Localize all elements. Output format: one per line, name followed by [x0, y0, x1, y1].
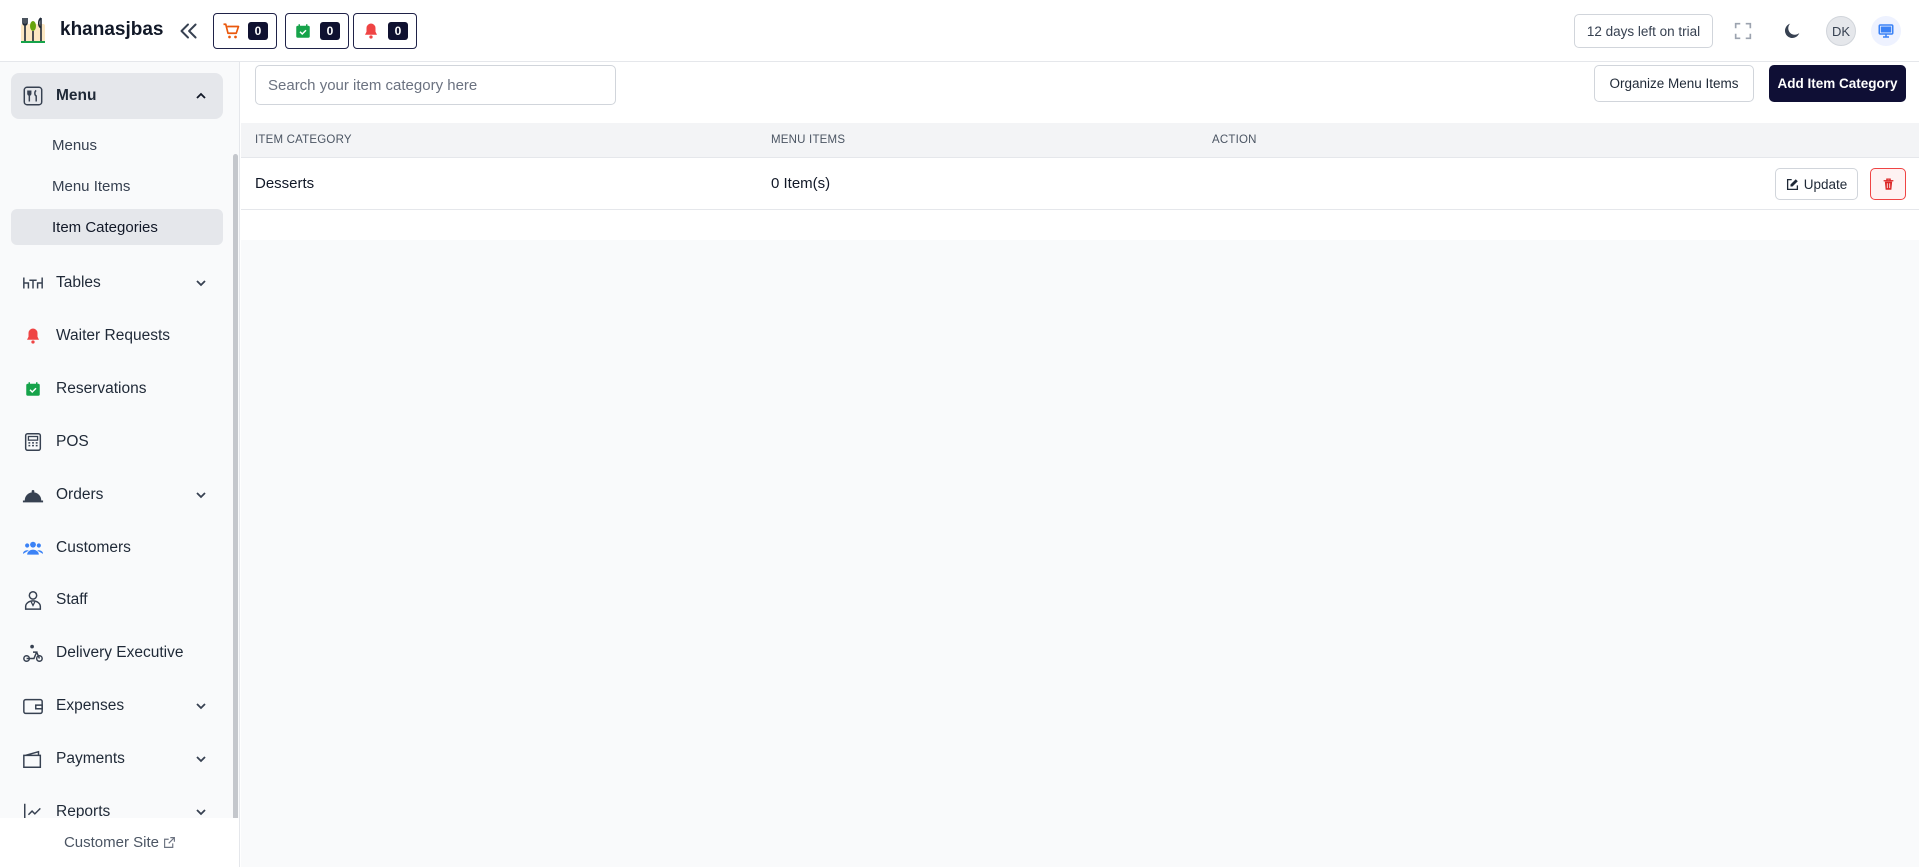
sidebar-item-payments[interactable]: Payments — [11, 736, 223, 782]
waiter-requests-count-badge: 0 — [388, 22, 408, 40]
sidebar-subitem-item-categories[interactable]: Item Categories — [11, 209, 223, 245]
sidebar-scrollbar[interactable] — [233, 154, 238, 836]
sidebar: Menu Menus Menu Items Item Categories Ta… — [0, 62, 240, 867]
add-item-category-button[interactable]: Add Item Category — [1769, 65, 1906, 102]
sidebar-item-staff[interactable]: Staff — [11, 577, 223, 623]
sidebar-item-label: Payments — [56, 750, 125, 767]
sidebar-item-tables[interactable]: Tables — [11, 260, 223, 306]
update-button-label: Update — [1803, 176, 1848, 192]
customer-site-label: Customer Site — [63, 834, 160, 851]
chevron-down-icon — [196, 756, 206, 763]
sidebar-item-orders[interactable]: Orders — [11, 472, 223, 518]
sidebar-item-expenses[interactable]: Expenses — [11, 683, 223, 729]
sidebar-item-menu[interactable]: Menu — [11, 73, 223, 119]
sidebar-item-label: Waiter Requests — [56, 327, 170, 344]
dark-mode-moon-icon[interactable] — [1781, 20, 1803, 42]
top-bar: khanasjbas 0 0 0 12 days left on trial D… — [0, 0, 1919, 62]
table-icon — [21, 271, 45, 295]
calendar-check-icon — [21, 377, 45, 401]
chevron-down-icon — [196, 492, 206, 499]
reservations-count-badge: 0 — [320, 22, 340, 40]
sidebar-item-pos[interactable]: POS — [11, 419, 223, 465]
external-link-icon — [164, 837, 175, 848]
orders-count-badge: 0 — [248, 22, 268, 40]
sidebar-subitem-menus[interactable]: Menus — [11, 127, 223, 163]
main-content: Organize Menu Items Add Item Category IT… — [241, 62, 1919, 867]
category-name-cell: Desserts — [255, 175, 315, 192]
sidebar-item-label: Delivery Executive — [56, 644, 184, 661]
reservations-counter-button[interactable]: 0 — [285, 13, 349, 49]
pos-icon — [21, 430, 45, 454]
collapse-sidebar-icon[interactable] — [175, 18, 201, 44]
sidebar-item-label: Tables — [56, 274, 101, 291]
chevron-down-icon — [196, 280, 206, 287]
sidebar-item-waiter-requests[interactable]: Waiter Requests — [11, 313, 223, 359]
toolbar: Organize Menu Items Add Item Category — [241, 62, 1919, 123]
waiter-requests-counter-button[interactable]: 0 — [353, 13, 417, 49]
sidebar-item-customers[interactable]: Customers — [11, 525, 223, 571]
sidebar-item-label: Menu — [56, 87, 97, 104]
organize-menu-items-button[interactable]: Organize Menu Items — [1594, 65, 1754, 102]
trash-icon — [1883, 178, 1893, 190]
edit-icon — [1786, 178, 1798, 190]
user-avatar[interactable]: DK — [1826, 16, 1856, 46]
menu-items-count-cell: 0 Item(s) — [771, 175, 831, 192]
staff-icon — [21, 588, 45, 612]
brand-name: khanasjbas — [60, 19, 164, 40]
chevron-down-icon — [196, 703, 206, 710]
sidebar-item-label: Orders — [56, 486, 104, 503]
sidebar-item-label: POS — [56, 433, 89, 450]
column-header-menu-items: MENU ITEMS — [771, 134, 846, 146]
fullscreen-icon[interactable] — [1732, 20, 1754, 42]
bell-icon — [365, 23, 377, 39]
chevron-up-icon — [196, 92, 206, 99]
delete-button[interactable] — [1870, 168, 1906, 200]
scooter-icon — [21, 641, 45, 665]
sidebar-item-reservations[interactable]: Reservations — [11, 366, 223, 412]
monitor-icon — [1878, 24, 1894, 38]
column-header-action: ACTION — [1212, 134, 1257, 146]
cloche-icon — [21, 483, 45, 507]
bell-icon — [21, 324, 45, 348]
cart-icon — [223, 23, 240, 39]
table-footer-space — [241, 210, 1919, 240]
restaurant-logo-icon[interactable] — [17, 14, 49, 46]
trial-status-badge[interactable]: 12 days left on trial — [1574, 14, 1713, 48]
wallet-icon — [21, 694, 45, 718]
sidebar-item-label: Expenses — [56, 697, 125, 714]
desktop-view-button[interactable] — [1871, 16, 1901, 46]
sidebar-item-label: Reservations — [56, 380, 147, 397]
sidebar-item-delivery-executive[interactable]: Delivery Executive — [11, 630, 223, 676]
sidebar-item-label: Customers — [56, 539, 131, 556]
table-row: Desserts 0 Item(s) Update — [241, 158, 1919, 210]
update-button[interactable]: Update — [1775, 168, 1858, 200]
orders-counter-button[interactable]: 0 — [213, 13, 277, 49]
payments-icon — [21, 747, 45, 771]
customer-site-link[interactable]: Customer Site — [0, 818, 239, 867]
sidebar-subitem-menu-items[interactable]: Menu Items — [11, 168, 223, 204]
sidebar-item-label: Staff — [56, 591, 88, 608]
calendar-check-icon — [296, 24, 310, 38]
table-header: ITEM CATEGORY MENU ITEMS ACTION — [241, 123, 1919, 158]
category-search-input[interactable] — [255, 65, 616, 105]
users-icon — [21, 536, 45, 560]
column-header-item-category: ITEM CATEGORY — [255, 134, 352, 146]
fork-knife-icon — [21, 84, 45, 108]
